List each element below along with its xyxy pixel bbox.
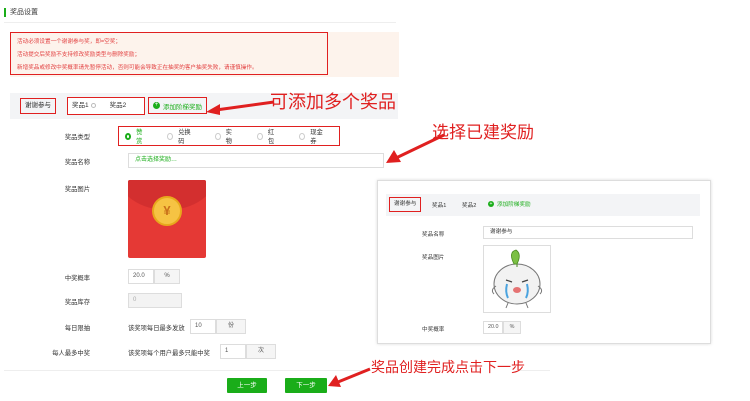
annotation-arrow-add <box>206 100 275 115</box>
section-header: 奖品设置 <box>4 7 38 17</box>
inset-name-input[interactable]: 谢谢参与 <box>483 226 693 239</box>
per-user-limit-input[interactable]: 1 <box>220 344 246 359</box>
inset-preview-panel: 谢谢参与 奖品1 奖品2 + 添加阶梯奖励 奖品名称 谢谢参与 奖品图片 中奖概… <box>377 180 711 344</box>
radio-type-red-packet[interactable]: 红包 <box>257 127 291 145</box>
radio-dot <box>257 132 263 140</box>
inset-name-label: 奖品名称 <box>422 232 445 238</box>
add-tier-reward-label: 添加阶梯奖励 <box>163 103 202 111</box>
notice-line: 活动提交后奖励不支持修改奖励类型与删除奖励； <box>17 52 141 58</box>
per-user-limit-label: 每人最多中奖 <box>52 350 90 357</box>
inset-tab-prize-2[interactable]: 奖品2 <box>462 201 476 209</box>
tab-close-icon[interactable] <box>90 102 96 108</box>
daily-limit-unit: 份 <box>216 319 246 334</box>
notice-line: 新增奖品或修改中奖概率请先暂停活动，否则可能会导致正在抽奖的客户抽奖失败，请谨慎… <box>17 65 258 71</box>
daily-limit-label: 每日限抽 <box>64 325 90 332</box>
inset-rate-input[interactable]: 20.0 <box>483 321 503 334</box>
section-title: 奖品设置 <box>10 9 38 16</box>
tab-thanks[interactable]: 谢谢参与 <box>20 98 56 114</box>
rate-label: 中奖概率 <box>64 275 90 282</box>
prev-step-button[interactable]: 上一步 <box>227 378 267 393</box>
crying-chick-illustration <box>491 249 543 309</box>
plus-icon: + <box>488 201 494 207</box>
prize-tabs-group: 奖品1 奖品2 <box>67 97 145 115</box>
prize-image-red-packet[interactable]: ¥ <box>128 180 206 258</box>
per-user-limit-text: 该奖项每个用户最多只能中奖 <box>128 350 210 357</box>
notice-highlight-box: 活动必须设置一个谢谢参与奖，即=空奖； 活动提交后奖励不支持修改奖励类型与删除奖… <box>10 32 328 75</box>
radio-type-redeem-code[interactable]: 兑换码 <box>167 127 207 145</box>
add-tier-reward-button[interactable]: + 添加阶梯奖励 <box>148 97 207 114</box>
name-label: 奖品名称 <box>64 159 90 166</box>
annotation-add-multiple: 可添加多个奖品 <box>270 92 396 113</box>
radio-type-appreciation[interactable]: 赞赏 <box>125 127 159 145</box>
annotation-finish-next: 奖品创建完成点击下一步 <box>371 360 525 376</box>
rate-unit: % <box>154 269 180 284</box>
inset-rate-unit: % <box>503 321 521 334</box>
inset-tab-thanks[interactable]: 谢谢参与 <box>389 197 422 212</box>
radio-dot <box>125 132 132 140</box>
coin-icon: ¥ <box>152 196 182 226</box>
daily-limit-input[interactable]: 10 <box>190 319 216 334</box>
plus-icon: + <box>153 102 160 109</box>
inset-prize-image[interactable] <box>483 245 551 313</box>
radio-dot <box>214 132 221 140</box>
radio-type-physical[interactable]: 实物 <box>214 127 249 145</box>
radio-dot <box>299 132 306 140</box>
annotation-arrow-next <box>328 367 371 387</box>
tab-prize-1[interactable]: 奖品1 <box>68 98 100 114</box>
inset-tab-prize-1[interactable]: 奖品1 <box>432 201 446 209</box>
tab-prize-2[interactable]: 奖品2 <box>106 98 131 114</box>
tab-prize-1-label: 奖品1 <box>72 102 89 109</box>
inset-rate-label: 中奖概率 <box>422 327 445 333</box>
title-accent-bar <box>4 7 6 17</box>
footer-divider <box>4 370 366 371</box>
stock-label: 奖品库存 <box>64 299 90 306</box>
stock-input[interactable]: 0 <box>128 293 182 308</box>
radio-type-cash-coupon[interactable]: 现金券 <box>299 127 339 145</box>
inset-add-tier-label: 添加阶梯奖励 <box>497 202 531 208</box>
rate-input[interactable]: 20.0 <box>128 269 154 284</box>
daily-limit-text: 该奖项每日最多发放 <box>128 325 185 332</box>
type-label: 奖品类型 <box>64 134 90 141</box>
inset-image-label: 奖品图片 <box>422 255 445 261</box>
prize-name-selector[interactable]: 点击选择奖励… <box>128 153 384 168</box>
image-label: 奖品图片 <box>64 186 90 193</box>
header-divider <box>4 22 396 23</box>
annotation-choose-existing: 选择已建奖励 <box>432 123 534 143</box>
notice-line: 活动必须设置一个谢谢参与奖，即=空奖； <box>17 39 121 45</box>
radio-dot <box>167 132 174 140</box>
per-user-limit-unit: 次 <box>246 344 276 359</box>
prize-type-radio-group: 赞赏 兑换码 实物 红包 现金券 <box>118 126 340 146</box>
next-step-button[interactable]: 下一步 <box>285 378 327 393</box>
inset-add-tier-reward[interactable]: + 添加阶梯奖励 <box>488 200 531 208</box>
